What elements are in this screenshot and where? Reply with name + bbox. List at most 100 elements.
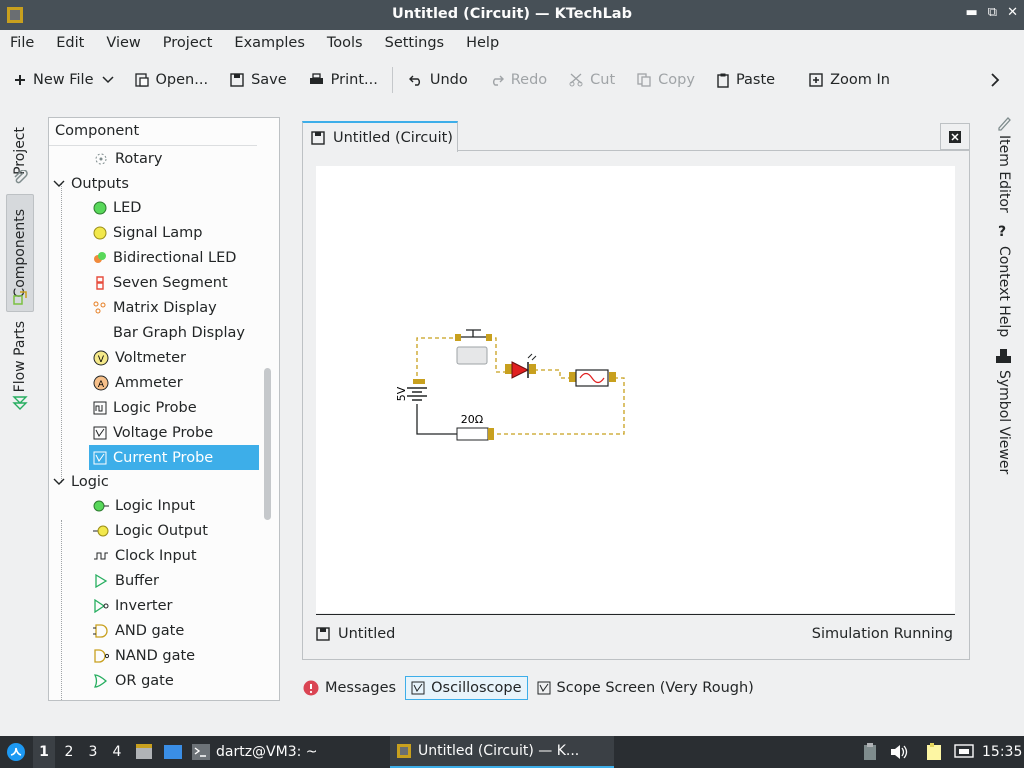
save-button[interactable]: Save	[230, 72, 287, 88]
tab-context-help[interactable]: Context Help	[990, 244, 1018, 340]
inverter-icon	[94, 598, 109, 613]
toolbar-overflow-chevron-icon[interactable]	[990, 72, 1000, 88]
show-desktop-button[interactable]	[163, 736, 183, 768]
tree-item-label: Clock Input	[115, 547, 197, 564]
menu-file[interactable]: File	[10, 35, 34, 51]
bottom-tool-tabs: Messages Oscilloscope Scope Screen (Very…	[298, 674, 763, 702]
copy-button[interactable]: Copy	[637, 72, 695, 88]
tab-scope-screen[interactable]: Scope Screen (Very Rough)	[532, 677, 759, 699]
tab-messages[interactable]: Messages	[298, 677, 401, 699]
open-file-icon	[134, 73, 149, 87]
close-document-button[interactable]	[940, 123, 970, 150]
desktop-3[interactable]: 3	[84, 736, 102, 768]
desktop-icon	[164, 745, 182, 759]
tree-item-logic-input[interactable]: Logic Input	[93, 493, 195, 518]
tree-item-clock-input[interactable]: Clock Input	[93, 543, 197, 568]
tree-item-voltage-probe[interactable]: Voltage Probe	[93, 420, 213, 445]
tree-item-seven-segment[interactable]: Seven Segment	[93, 270, 228, 295]
clock[interactable]: 15:35	[982, 736, 1022, 768]
tree-item-ammeter[interactable]: A Ammeter	[93, 370, 183, 395]
tree-item-label: Rotary	[115, 150, 163, 167]
scope-screen-icon	[537, 681, 551, 695]
new-file-button[interactable]: New File	[14, 72, 94, 88]
notes-icon	[927, 743, 941, 760]
menu-tools[interactable]: Tools	[327, 35, 363, 51]
tree-item-matrix-display[interactable]: Matrix Display	[93, 295, 217, 320]
undo-button[interactable]: Undo	[408, 72, 468, 88]
ammeter-icon: A	[93, 375, 109, 390]
tree-group-logic[interactable]: Logic	[53, 469, 109, 494]
tray-clipboard[interactable]	[862, 736, 878, 768]
tab-untitled-circuit[interactable]: Untitled (Circuit)	[302, 121, 458, 152]
tree-item-voltmeter[interactable]: V Voltmeter	[93, 345, 186, 370]
tree-group-outputs[interactable]: Outputs	[53, 171, 129, 196]
menu-view[interactable]: View	[106, 35, 140, 51]
push-switch[interactable]	[455, 329, 492, 365]
close-icon[interactable]: ✕	[1007, 5, 1018, 20]
menu-bar: File Edit View Project Examples Tools Se…	[0, 30, 1024, 56]
tree-item-logic-output[interactable]: Logic Output	[93, 518, 208, 543]
circuit-canvas[interactable]: 5V 20Ω	[316, 166, 955, 613]
lamp-icon	[93, 226, 107, 239]
print-button[interactable]: Print...	[309, 72, 378, 88]
volume-icon	[891, 745, 908, 759]
task-terminal[interactable]: dartz@VM3: ~	[192, 736, 318, 768]
led-diode[interactable]	[505, 353, 537, 379]
tray-notes[interactable]	[926, 736, 944, 768]
tab-item-editor[interactable]: Item Editor	[990, 132, 1018, 216]
tree-item-label: Logic Probe	[113, 399, 197, 416]
redo-button[interactable]: Redo	[490, 72, 547, 88]
tree-item-rotary[interactable]: Rotary	[93, 146, 162, 171]
tree-item-logic-probe[interactable]: Logic Probe	[93, 395, 197, 420]
tree-item-current-probe[interactable]: Current Probe	[89, 445, 259, 470]
tree-item-bar-graph-display[interactable]: Bar Graph Display	[113, 320, 245, 345]
maximize-icon[interactable]: ⧉	[988, 5, 997, 20]
task-ktechlab[interactable]: Untitled (Circuit) — K...	[390, 736, 614, 768]
tree-item-label: Ammeter	[115, 374, 183, 391]
tree-item-and-gate[interactable]: AND gate	[93, 618, 184, 643]
tray-network[interactable]	[954, 736, 974, 768]
component-panel-scrollbar[interactable]	[264, 368, 271, 520]
toolbar-separator	[391, 67, 393, 93]
open-button[interactable]: Open...	[134, 72, 208, 88]
start-menu-button[interactable]	[6, 736, 26, 768]
tree-item-label: Bar Graph Display	[113, 324, 245, 341]
symbol-viewer-icon	[996, 349, 1011, 363]
new-file-dropdown[interactable]	[101, 76, 121, 84]
minimize-icon[interactable]: ▬	[966, 5, 978, 20]
current-probe-component[interactable]	[569, 369, 616, 387]
zoom-in-button[interactable]: Zoom In	[809, 72, 890, 88]
resistor[interactable]: 20Ω	[456, 413, 494, 441]
tab-flow-parts[interactable]: Flow Parts	[6, 316, 34, 398]
tab-scope-screen-label: Scope Screen (Very Rough)	[556, 680, 754, 696]
desktop-2[interactable]: 2	[60, 736, 78, 768]
file-manager-launcher[interactable]	[135, 736, 153, 768]
tree-item-or-gate[interactable]: OR gate	[93, 668, 174, 693]
tree-item-label: Current Probe	[113, 449, 214, 466]
battery-symbol[interactable]: 5V	[395, 379, 427, 401]
svg-text:A: A	[98, 380, 105, 390]
tree-item-signal-lamp[interactable]: Signal Lamp	[93, 220, 202, 245]
cut-button[interactable]: Cut	[569, 72, 615, 88]
or-icon	[93, 673, 107, 688]
tree-item-inverter[interactable]: Inverter	[93, 593, 173, 618]
menu-examples[interactable]: Examples	[234, 35, 304, 51]
tree-item-bidirectional-led[interactable]: Bidirectional LED	[93, 245, 236, 270]
svg-text:V: V	[98, 355, 105, 365]
tree-item-led[interactable]: LED	[93, 195, 141, 220]
menu-project[interactable]: Project	[163, 35, 213, 51]
tree-item-label: LED	[113, 199, 142, 216]
menu-edit[interactable]: Edit	[56, 35, 84, 51]
paste-button[interactable]: Paste	[717, 72, 775, 88]
desktop-1[interactable]: 1	[33, 736, 55, 768]
tree-item-nand-gate[interactable]: NAND gate	[93, 643, 195, 668]
tab-oscilloscope[interactable]: Oscilloscope	[405, 676, 528, 700]
tree-item-label: Buffer	[115, 572, 160, 589]
tree-item-buffer[interactable]: Buffer	[93, 568, 159, 593]
menu-help[interactable]: Help	[466, 35, 499, 51]
task-terminal-label: dartz@VM3: ~	[216, 744, 318, 760]
tab-symbol-viewer[interactable]: Symbol Viewer	[990, 368, 1018, 476]
tray-volume[interactable]	[890, 736, 908, 768]
menu-settings[interactable]: Settings	[385, 35, 444, 51]
desktop-4[interactable]: 4	[108, 736, 126, 768]
